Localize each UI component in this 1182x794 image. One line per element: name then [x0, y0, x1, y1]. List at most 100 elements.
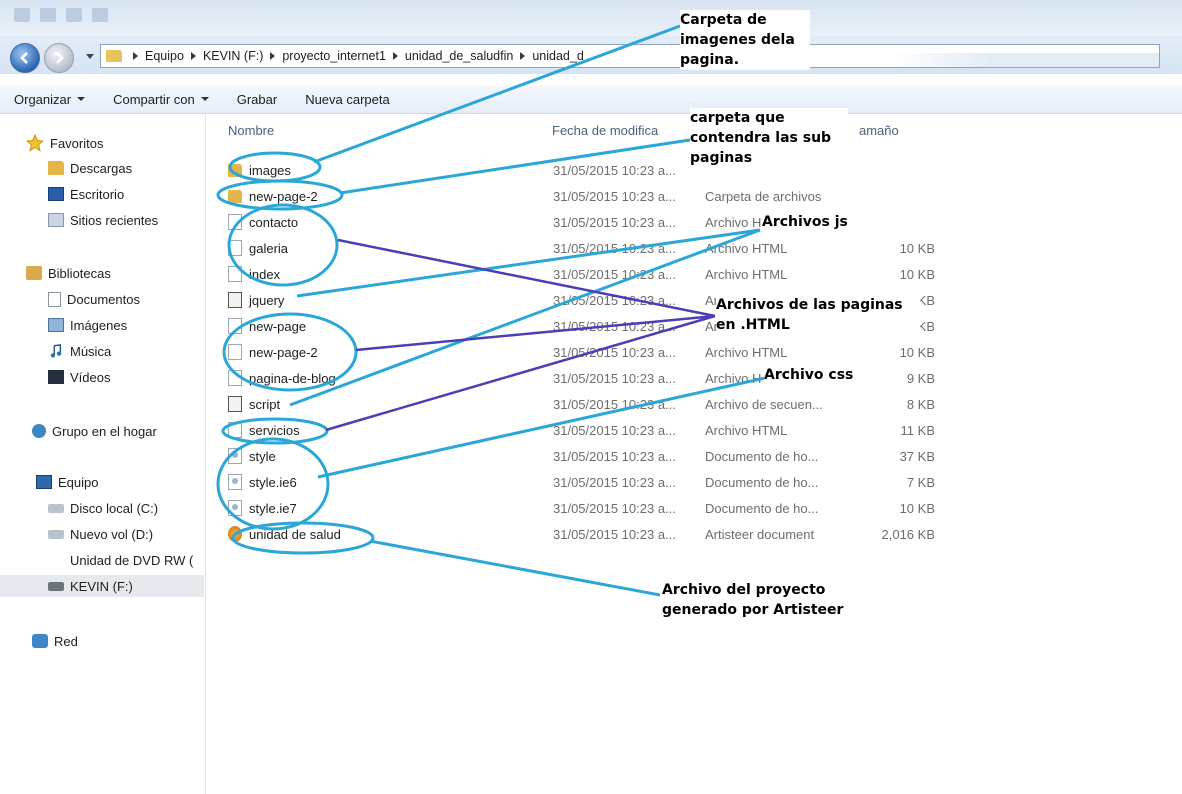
file-row-style-ie6[interactable]: style.ie6 31/05/2015 10:23 a... Document…	[228, 471, 948, 493]
command-toolbar: Organizar Compartir con Grabar Nueva car…	[0, 85, 1182, 114]
sidebar-item-dvd[interactable]: Unidad de DVD RW (	[48, 549, 193, 571]
file-row-index[interactable]: index 31/05/2015 10:23 a... Archivo HTML…	[228, 263, 948, 285]
sidebar-item-homegroup[interactable]: Grupo en el hogar	[32, 420, 157, 442]
sidebar-item-music[interactable]: Música	[48, 340, 111, 362]
sidebar-item-downloads[interactable]: Descargas	[48, 157, 132, 179]
search-box[interactable]	[891, 53, 1159, 67]
usb-drive-icon	[48, 581, 64, 591]
breadcrumb-item[interactable]: unidad_de_saludfin	[405, 49, 513, 63]
file-name: style.ie6	[249, 474, 297, 490]
sidebar-item-label: Documentos	[67, 291, 140, 307]
breadcrumb-item[interactable]: proyecto_internet1	[282, 49, 386, 63]
chevron-right-icon[interactable]	[190, 52, 196, 60]
save-icon	[40, 8, 56, 22]
chevron-right-icon[interactable]	[520, 52, 526, 60]
column-header-size[interactable]: amaño	[859, 123, 899, 138]
folder-icon	[106, 50, 122, 62]
sidebar-item-disk-d[interactable]: Nuevo vol (D:)	[48, 523, 153, 545]
back-button[interactable]	[10, 43, 40, 73]
chevron-right-icon[interactable]	[392, 52, 398, 60]
html-file-icon	[228, 214, 242, 230]
organize-button[interactable]: Organizar	[14, 91, 86, 107]
callout-line-artisteer	[369, 539, 661, 597]
file-type: Archivo HTML	[705, 266, 788, 282]
script-file-icon	[228, 292, 242, 308]
sidebar-item-label: Bibliotecas	[48, 265, 111, 281]
chevron-right-icon[interactable]	[133, 52, 138, 60]
file-name: script	[249, 396, 281, 412]
annotation-html-files: Archivos de las paginas en .HTML	[716, 295, 920, 335]
recent-places-icon	[48, 213, 64, 227]
folder-icon	[228, 163, 242, 177]
chevron-right-icon[interactable]	[270, 52, 276, 60]
libraries-icon	[26, 266, 42, 280]
organize-label: Organizar	[14, 91, 72, 107]
file-size: 11 KB	[900, 422, 935, 438]
sidebar-item-label: Equipo	[58, 474, 99, 490]
file-row-new-page-2-folder[interactable]: new-page-2 31/05/2015 10:23 a... Carpeta…	[228, 185, 948, 207]
file-name: pagina-de-blog	[249, 370, 336, 386]
quick-access-icons	[14, 8, 108, 22]
file-date: 31/05/2015 10:23 a...	[553, 266, 676, 282]
file-type: Documento de ho...	[705, 448, 819, 464]
homegroup-icon	[32, 424, 46, 438]
arrow-left-icon	[20, 52, 28, 64]
file-type: Archivo H	[705, 214, 762, 230]
file-row-script[interactable]: script 31/05/2015 10:23 a... Archivo de …	[228, 393, 948, 415]
file-row-new-page-2[interactable]: new-page-2 31/05/2015 10:23 a... Archivo…	[228, 341, 948, 363]
file-type: Archivo HTML	[705, 422, 788, 438]
chevron-down-icon	[77, 97, 86, 101]
sidebar-item-documents[interactable]: Documentos	[48, 288, 140, 310]
breadcrumb-item[interactable]: Equipo	[145, 49, 184, 63]
address-bar[interactable]: Equipo KEVIN (F:) proyecto_internet1 uni…	[100, 44, 1160, 68]
html-file-icon	[228, 370, 242, 386]
undo-icon	[66, 8, 82, 22]
properties-icon	[92, 8, 108, 22]
folder-icon	[14, 8, 30, 22]
forward-button[interactable]	[44, 43, 74, 73]
file-type: Artisteer document	[705, 526, 815, 542]
sidebar-item-kevin[interactable]: KEVIN (F:)	[0, 575, 204, 597]
sidebar-item-videos[interactable]: Vídeos	[48, 366, 110, 388]
chevron-down-icon	[200, 97, 209, 101]
sidebar-item-desktop[interactable]: Escritorio	[48, 183, 124, 205]
sidebar-item-libraries[interactable]: Bibliotecas	[26, 262, 111, 284]
sidebar-item-network[interactable]: Red	[32, 630, 78, 652]
hard-drive-icon	[48, 529, 64, 539]
file-type: Archivo HTML	[705, 240, 788, 256]
share-button[interactable]: Compartir con	[113, 92, 209, 107]
file-date: 31/05/2015 10:23 a...	[553, 292, 676, 308]
annotation-subpages-folder: carpeta que contendra las sub paginas	[690, 108, 848, 168]
sidebar-item-favorites[interactable]: Favoritos	[26, 132, 103, 154]
column-header-name[interactable]: Nombre	[228, 123, 274, 138]
file-date: 31/05/2015 10:23 a...	[553, 396, 676, 412]
pictures-icon	[48, 318, 64, 332]
file-row-style[interactable]: style 31/05/2015 10:23 a... Documento de…	[228, 445, 948, 467]
sidebar-item-disk-c[interactable]: Disco local (C:)	[48, 497, 158, 519]
css-file-icon	[228, 448, 242, 464]
breadcrumb-item[interactable]: unidad_d	[532, 49, 583, 63]
file-date: 31/05/2015 10:23 a...	[553, 422, 676, 438]
html-file-icon	[228, 266, 242, 282]
file-row-style-ie7[interactable]: style.ie7 31/05/2015 10:23 a... Document…	[228, 497, 948, 519]
new-folder-label: Nueva carpeta	[305, 91, 390, 107]
sidebar-item-images[interactable]: Imágenes	[48, 314, 127, 336]
column-header-date[interactable]: Fecha de modifica	[552, 123, 658, 138]
file-row-servicios[interactable]: servicios 31/05/2015 10:23 a... Archivo …	[228, 419, 948, 441]
file-row-unidad-de-salud[interactable]: unidad de salud 31/05/2015 10:23 a... Ar…	[228, 523, 948, 545]
file-size: 8 KB	[906, 396, 935, 412]
sidebar-item-computer[interactable]: Equipo	[36, 471, 98, 493]
file-row-galeria[interactable]: galeria 31/05/2015 10:23 a... Archivo HT…	[228, 237, 948, 259]
file-name: servicios	[249, 422, 300, 438]
navigation-pane: Favoritos Descargas Escritorio Sitios re…	[0, 114, 206, 794]
sidebar-item-recent[interactable]: Sitios recientes	[48, 209, 158, 231]
file-name: unidad de salud	[249, 526, 341, 542]
new-folder-button[interactable]: Nueva carpeta	[305, 92, 390, 107]
burn-button[interactable]: Grabar	[237, 92, 277, 107]
recent-pages-dropdown[interactable]	[86, 54, 94, 59]
sidebar-item-label: Imágenes	[70, 317, 128, 333]
file-size: 10 KB	[899, 500, 935, 516]
sidebar-item-label: Disco local (C:)	[70, 500, 159, 516]
breadcrumb-item[interactable]: KEVIN (F:)	[203, 49, 263, 63]
file-type: Carpeta de archivos	[705, 188, 822, 204]
